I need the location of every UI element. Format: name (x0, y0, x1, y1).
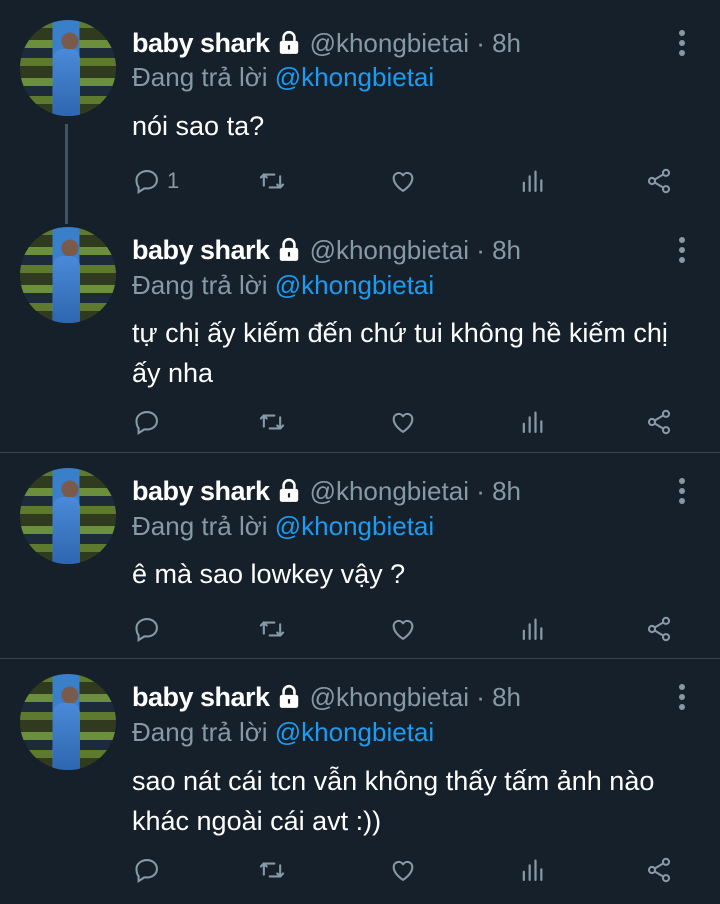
replying-prefix: Đang trả lời (132, 511, 275, 541)
retweet-icon (259, 414, 285, 430)
tweet-header: baby shark @khongbietai · 8h (132, 680, 521, 714)
retweet-button[interactable] (258, 407, 286, 437)
replying-to: Đang trả lời @khongbietai (132, 62, 434, 93)
like-icon (392, 412, 414, 433)
replying-mention[interactable]: @khongbietai (275, 270, 434, 300)
handle-time[interactable]: @khongbietai · 8h (310, 476, 521, 507)
like-icon (392, 619, 414, 640)
share-button[interactable] (645, 166, 673, 196)
reply-icon (135, 618, 158, 643)
share-icon (647, 616, 671, 642)
replying-to: Đang trả lời @khongbietai (132, 511, 434, 542)
share-icon (647, 409, 671, 435)
more-options-icon[interactable] (672, 235, 692, 265)
reply-icon (135, 859, 158, 884)
avatar[interactable] (20, 674, 116, 770)
reply-button[interactable] (133, 407, 167, 437)
tweet[interactable]: baby shark @khongbietai · 8h Đang trả lờ… (0, 0, 720, 230)
tweet[interactable]: baby shark @khongbietai · 8h Đang trả lờ… (0, 659, 720, 904)
display-name[interactable]: baby shark (132, 235, 270, 266)
replying-prefix: Đang trả lời (132, 270, 275, 300)
analytics-button[interactable] (518, 855, 546, 885)
tweet-header: baby shark @khongbietai · 8h (132, 233, 521, 267)
reply-icon (135, 170, 158, 195)
like-button[interactable] (389, 614, 417, 644)
reply-count: 1 (167, 168, 180, 193)
tweet-actions (0, 407, 720, 437)
lock-icon (279, 237, 298, 261)
avatar[interactable] (20, 227, 116, 323)
tweet[interactable]: baby shark @khongbietai · 8h Đang trả lờ… (0, 453, 720, 658)
analytics-icon (522, 618, 543, 641)
analytics-icon (522, 170, 543, 193)
more-options-icon[interactable] (672, 682, 692, 712)
share-icon (647, 857, 671, 883)
tweet-actions (0, 614, 720, 644)
replying-mention[interactable]: @khongbietai (275, 511, 434, 541)
retweet-button[interactable] (258, 614, 286, 644)
analytics-button[interactable] (518, 407, 546, 437)
reply-button[interactable]: 1 (133, 166, 179, 196)
like-button[interactable] (389, 166, 417, 196)
replying-prefix: Đang trả lời (132, 62, 275, 92)
handle-time[interactable]: @khongbietai · 8h (310, 682, 521, 713)
handle-time[interactable]: @khongbietai · 8h (310, 235, 521, 266)
retweet-icon (259, 621, 285, 637)
retweet-button[interactable] (258, 855, 286, 885)
reply-icon (135, 411, 158, 436)
avatar[interactable] (20, 468, 116, 564)
replying-to: Đang trả lời @khongbietai (132, 717, 434, 748)
like-button[interactable] (389, 855, 417, 885)
avatar[interactable] (20, 20, 116, 116)
reply-button[interactable] (133, 614, 167, 644)
lock-icon (279, 30, 298, 54)
analytics-icon (522, 859, 543, 882)
share-button[interactable] (645, 855, 673, 885)
lock-icon (279, 684, 298, 708)
tweet-text: nói sao ta? (132, 111, 265, 141)
tweet-header: baby shark @khongbietai · 8h (132, 26, 521, 60)
analytics-button[interactable] (518, 614, 546, 644)
more-options-icon[interactable] (672, 28, 692, 58)
like-icon (392, 171, 414, 192)
replying-prefix: Đang trả lời (132, 717, 275, 747)
handle-time[interactable]: @khongbietai · 8h (310, 28, 521, 59)
display-name[interactable]: baby shark (132, 682, 270, 713)
retweet-icon (259, 173, 285, 189)
display-name[interactable]: baby shark (132, 476, 270, 507)
analytics-icon (522, 411, 543, 434)
lock-icon (279, 478, 298, 502)
retweet-button[interactable] (258, 166, 286, 196)
replying-mention[interactable]: @khongbietai (275, 717, 434, 747)
share-icon (647, 168, 671, 194)
replying-mention[interactable]: @khongbietai (275, 62, 434, 92)
tweet-text: tự chị ấy kiếm đến chứ tui không hề kiếm… (132, 318, 668, 388)
display-name[interactable]: baby shark (132, 28, 270, 59)
tweet-actions: 1 (0, 166, 720, 196)
tweet[interactable]: baby shark @khongbietai · 8h Đang trả lờ… (0, 227, 720, 454)
analytics-button[interactable] (518, 166, 546, 196)
replying-to: Đang trả lời @khongbietai (132, 270, 434, 301)
tweet-text: ê mà sao lowkey vậy ? (132, 559, 406, 589)
tweet-text: sao nát cái tcn vẫn không thấy tấm ảnh n… (132, 766, 655, 836)
share-button[interactable] (645, 614, 673, 644)
like-icon (392, 860, 414, 881)
reply-button[interactable] (133, 855, 167, 885)
like-button[interactable] (389, 407, 417, 437)
tweet-header: baby shark @khongbietai · 8h (132, 474, 521, 508)
share-button[interactable] (645, 407, 673, 437)
more-options-icon[interactable] (672, 476, 692, 506)
tweet-actions (0, 855, 720, 885)
retweet-icon (259, 862, 285, 878)
